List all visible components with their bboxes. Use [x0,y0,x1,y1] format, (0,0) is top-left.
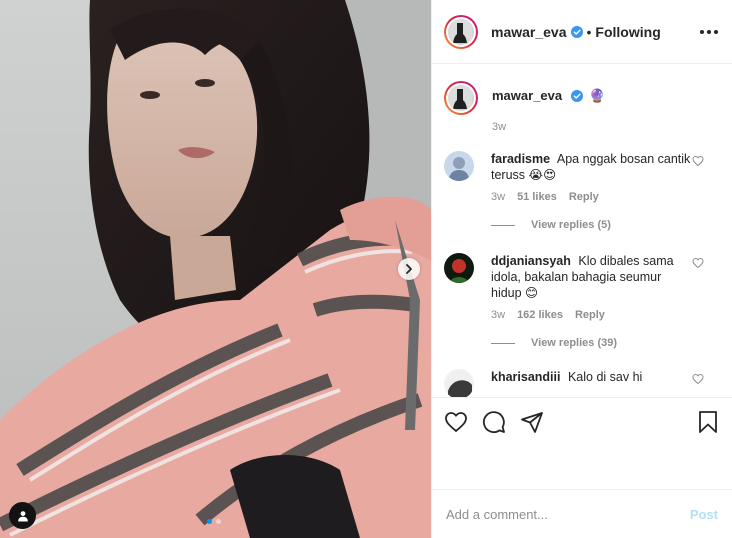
post-caption: mawar_eva 🔮 [444,81,718,115]
comment-time[interactable]: 3w [491,309,505,321]
view-replies-button[interactable]: View replies (39) [491,337,718,349]
share-button[interactable] [520,410,544,434]
comment-icon [483,410,505,433]
user-tag-icon [17,510,28,521]
chevron-right-icon [406,264,412,274]
comment-username[interactable]: ddjaniansyah [491,254,571,268]
caption-avatar[interactable] [444,81,478,115]
comment-username[interactable]: faradisme [491,152,550,166]
comment-button[interactable] [482,410,506,434]
comment-likes[interactable]: 51 likes [517,191,557,203]
verified-badge-icon [570,25,583,38]
post-header: mawar_eva • Following [432,0,732,64]
comment-username[interactable]: kharisandiii [491,370,560,384]
comments-list[interactable]: mawar_eva 🔮 3w faradisme Apa nggak bosan… [432,65,732,397]
heart-icon [445,411,467,432]
post-side-panel: mawar_eva • Following mawar_eva 🔮 3w far… [431,0,732,538]
view-replies-label: View replies (39) [531,337,618,349]
avatar-image [444,253,474,283]
view-replies-label: View replies (5) [531,219,611,231]
avatar[interactable] [444,14,478,49]
caption-time[interactable]: 3w [492,121,718,133]
comment-item: kharisandiii Kalo di sav hi [444,369,718,397]
save-button[interactable] [696,410,720,434]
carousel-dot [216,519,221,524]
comment-likes[interactable]: 162 likes [517,309,563,321]
more-icon [700,29,704,34]
caption-text: 🔮 [589,88,606,103]
like-button[interactable] [444,410,468,434]
commenter-avatar[interactable] [444,151,474,181]
like-comment-heart-icon[interactable] [692,257,704,269]
next-photo-button[interactable] [398,258,420,280]
commenter-avatar[interactable] [444,369,474,397]
avatar-image [444,369,474,397]
header-separator: • [586,23,592,40]
post-actions [432,397,732,445]
comment-item: faradisme Apa nggak bosan cantik teruss … [444,151,718,203]
add-comment-bar: Post [432,489,732,538]
following-button[interactable]: Following [595,24,660,40]
carousel-indicator [207,519,221,524]
verified-badge-icon [570,90,583,102]
comment-item: ddjaniansyah Klo dibales sama idola, bak… [444,253,718,321]
more-options-button[interactable] [700,29,718,34]
caption-username[interactable]: mawar_eva [492,88,562,103]
like-comment-heart-icon[interactable] [692,373,704,385]
like-comment-heart-icon[interactable] [692,155,704,167]
post-comment-button[interactable]: Post [690,507,718,522]
reply-button[interactable]: Reply [569,191,599,203]
post-photo[interactable] [0,0,431,538]
replies-divider [491,342,515,344]
reply-button[interactable]: Reply [575,309,605,321]
tagged-users-button[interactable] [9,502,36,529]
bookmark-icon [699,410,717,433]
avatar-image [444,151,474,181]
avatar-image [448,18,472,43]
view-replies-button[interactable]: View replies (5) [491,219,718,231]
comment-input[interactable] [446,506,690,522]
comment-time[interactable]: 3w [491,191,505,203]
carousel-dot-active [207,519,212,524]
header-username[interactable]: mawar_eva [491,24,567,40]
avatar-image [448,85,472,109]
replies-divider [491,224,515,226]
share-icon [521,411,543,433]
comment-text: Kalo di sav hi [567,370,643,384]
post-image [0,0,431,538]
commenter-avatar[interactable] [444,253,474,283]
